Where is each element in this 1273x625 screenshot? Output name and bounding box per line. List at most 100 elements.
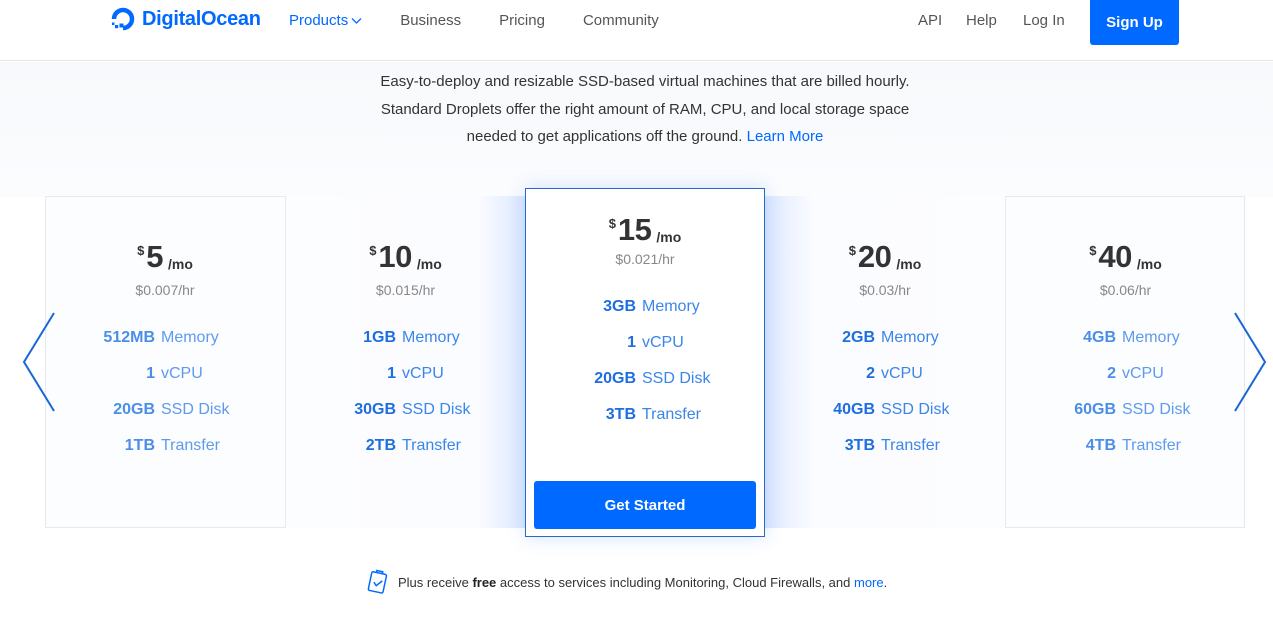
hourly-price: $0.015/hr bbox=[375, 282, 436, 298]
digitalocean-logo-icon bbox=[111, 7, 135, 31]
monthly-price: $ 20 /mo bbox=[765, 238, 1005, 276]
plan-card[interactable]: $ 20 /mo $0.03/hr 2GB Memory 2 vCPU 40GB SS… bbox=[765, 196, 1005, 528]
monthly-price: $ 10 /mo bbox=[286, 238, 525, 276]
spec-value: 2TB bbox=[365, 437, 396, 454]
monthly-price: $ 15 /mo bbox=[526, 211, 764, 249]
plan-card[interactable]: $ 10 /mo $0.015/hr 1GB Memory 1 vCPU 30GB S… bbox=[285, 196, 525, 528]
spec-memory: 3GB Memory bbox=[526, 295, 764, 331]
spec-value: 2GB bbox=[842, 329, 875, 346]
spec-label: vCPU bbox=[161, 365, 203, 382]
top-navigation: DigitalOcean Products Business Pricing C… bbox=[0, 0, 1273, 61]
brand-name: DigitalOcean bbox=[142, 7, 261, 30]
plan-card-featured[interactable]: $ 15 /mo $0.021/hr 3GB Memory 1 vCPU 20GB S… bbox=[525, 188, 765, 537]
spec-label: SSD Disk bbox=[881, 401, 950, 418]
spec-transfer: 4TB Transfer bbox=[1006, 434, 1245, 470]
spec-label: Transfer bbox=[642, 406, 701, 423]
spec-vcpu: 2 vCPU bbox=[1006, 362, 1245, 398]
monthly-price: $ 40 /mo bbox=[1006, 238, 1245, 276]
nav-pricing[interactable]: Pricing bbox=[499, 12, 545, 30]
plan-card[interactable]: $ 5 /mo $0.007/hr 512MB Memory 1 vCPU 20GB… bbox=[45, 196, 285, 528]
spec-label: SSD Disk bbox=[642, 370, 711, 387]
brand-logo[interactable]: DigitalOcean bbox=[110, 6, 261, 32]
nav-products[interactable]: Products bbox=[289, 12, 362, 30]
nav-login[interactable]: Log In bbox=[1023, 12, 1065, 30]
spec-value: 1 bbox=[387, 365, 396, 382]
spec-label: Transfer bbox=[881, 437, 940, 454]
currency-symbol: $ bbox=[137, 243, 145, 258]
spec-value: 2 bbox=[866, 365, 875, 382]
price-amount: 5 bbox=[146, 239, 164, 274]
spec-label: vCPU bbox=[642, 334, 684, 351]
free-services-note: Plus receive free access to services inc… bbox=[366, 568, 887, 596]
spec-value: 4GB bbox=[1083, 329, 1116, 346]
spec-vcpu: 1 vCPU bbox=[45, 362, 285, 398]
clipboard-check-icon bbox=[367, 569, 388, 594]
spec-label: Memory bbox=[161, 329, 219, 346]
more-link[interactable]: more bbox=[854, 575, 884, 590]
spec-label: vCPU bbox=[881, 365, 923, 382]
chevron-left-icon bbox=[22, 312, 55, 412]
spec-vcpu: 1 vCPU bbox=[286, 362, 525, 398]
price-amount: 10 bbox=[378, 239, 412, 274]
learn-more-link[interactable]: Learn More bbox=[747, 128, 824, 145]
hourly-price: $0.06/hr bbox=[1099, 282, 1152, 298]
hero-section: Easy-to-deploy and resizable SSD-based v… bbox=[0, 62, 1273, 197]
sign-up-button[interactable]: Sign Up bbox=[1090, 0, 1179, 45]
hourly-price: $0.007/hr bbox=[135, 282, 195, 298]
currency-symbol: $ bbox=[1089, 243, 1097, 258]
spec-transfer: 2TB Transfer bbox=[286, 434, 525, 470]
nav-business[interactable]: Business bbox=[400, 12, 461, 30]
currency-symbol: $ bbox=[369, 243, 377, 258]
hero-description-text: Easy-to-deploy and resizable SSD-based v… bbox=[380, 73, 910, 145]
spec-memory: 4GB Memory bbox=[1006, 326, 1245, 362]
price-period: /mo bbox=[1136, 256, 1162, 272]
spec-vcpu: 1 vCPU bbox=[526, 331, 764, 367]
primary-nav: Products Business Pricing Community bbox=[289, 12, 697, 30]
spec-value: 1 bbox=[627, 334, 636, 351]
plan-specs: 512MB Memory 1 vCPU 20GB SSD Disk 1TB Transf… bbox=[45, 326, 285, 470]
get-started-button[interactable]: Get Started bbox=[534, 481, 756, 529]
spec-value: 30GB bbox=[354, 401, 396, 418]
nav-community[interactable]: Community bbox=[583, 12, 659, 30]
spec-memory: 2GB Memory bbox=[765, 326, 1005, 362]
nav-help[interactable]: Help bbox=[966, 12, 997, 30]
note-free: free bbox=[472, 574, 497, 590]
price-period: /mo bbox=[656, 229, 682, 245]
spec-value: 20GB bbox=[113, 401, 155, 418]
spec-disk: 20GB SSD Disk bbox=[526, 367, 764, 403]
price-period: /mo bbox=[416, 256, 442, 272]
price-amount: 40 bbox=[1098, 239, 1132, 274]
spec-transfer: 3TB Transfer bbox=[765, 434, 1005, 470]
spec-value: 3GB bbox=[603, 298, 636, 315]
carousel-next-button[interactable] bbox=[1232, 312, 1268, 412]
spec-disk: 60GB SSD Disk bbox=[1006, 398, 1245, 434]
spec-label: Memory bbox=[1122, 329, 1180, 346]
spec-label: SSD Disk bbox=[1122, 401, 1191, 418]
note-suffix: . bbox=[883, 574, 888, 590]
plan-specs: 1GB Memory 1 vCPU 30GB SSD Disk 2TB Transfer bbox=[286, 326, 525, 470]
spec-label: SSD Disk bbox=[402, 401, 471, 418]
spec-value: 4TB bbox=[1085, 437, 1116, 454]
spec-value: 3TB bbox=[844, 437, 875, 454]
hourly-price: $0.021/hr bbox=[615, 251, 675, 267]
hero-description: Easy-to-deploy and resizable SSD-based v… bbox=[380, 68, 910, 151]
currency-symbol: $ bbox=[848, 243, 856, 258]
spec-disk: 40GB SSD Disk bbox=[765, 398, 1005, 434]
spec-label: Memory bbox=[642, 298, 700, 315]
price-amount: 20 bbox=[857, 239, 892, 274]
spec-value: 2 bbox=[1107, 365, 1116, 382]
carousel-prev-button[interactable] bbox=[20, 312, 56, 412]
spec-label: Memory bbox=[402, 329, 460, 346]
spec-value: 512MB bbox=[103, 329, 155, 346]
monthly-price: $ 5 /mo bbox=[45, 238, 285, 276]
spec-memory: 1GB Memory bbox=[286, 326, 525, 362]
note-middle: access to services including Monitoring,… bbox=[499, 574, 851, 590]
spec-label: Transfer bbox=[161, 437, 220, 454]
spec-transfer: 3TB Transfer bbox=[526, 403, 764, 439]
spec-memory: 512MB Memory bbox=[45, 326, 285, 362]
nav-products-label: Products bbox=[289, 12, 349, 29]
plan-specs: 3GB Memory 1 vCPU 20GB SSD Disk 3TB Transfer bbox=[526, 295, 764, 439]
plan-card[interactable]: $ 40 /mo $0.06/hr 4GB Memory 2 vCPU 60GB SS… bbox=[1005, 196, 1245, 528]
nav-api[interactable]: API bbox=[918, 12, 942, 30]
spec-label: Memory bbox=[881, 329, 939, 346]
